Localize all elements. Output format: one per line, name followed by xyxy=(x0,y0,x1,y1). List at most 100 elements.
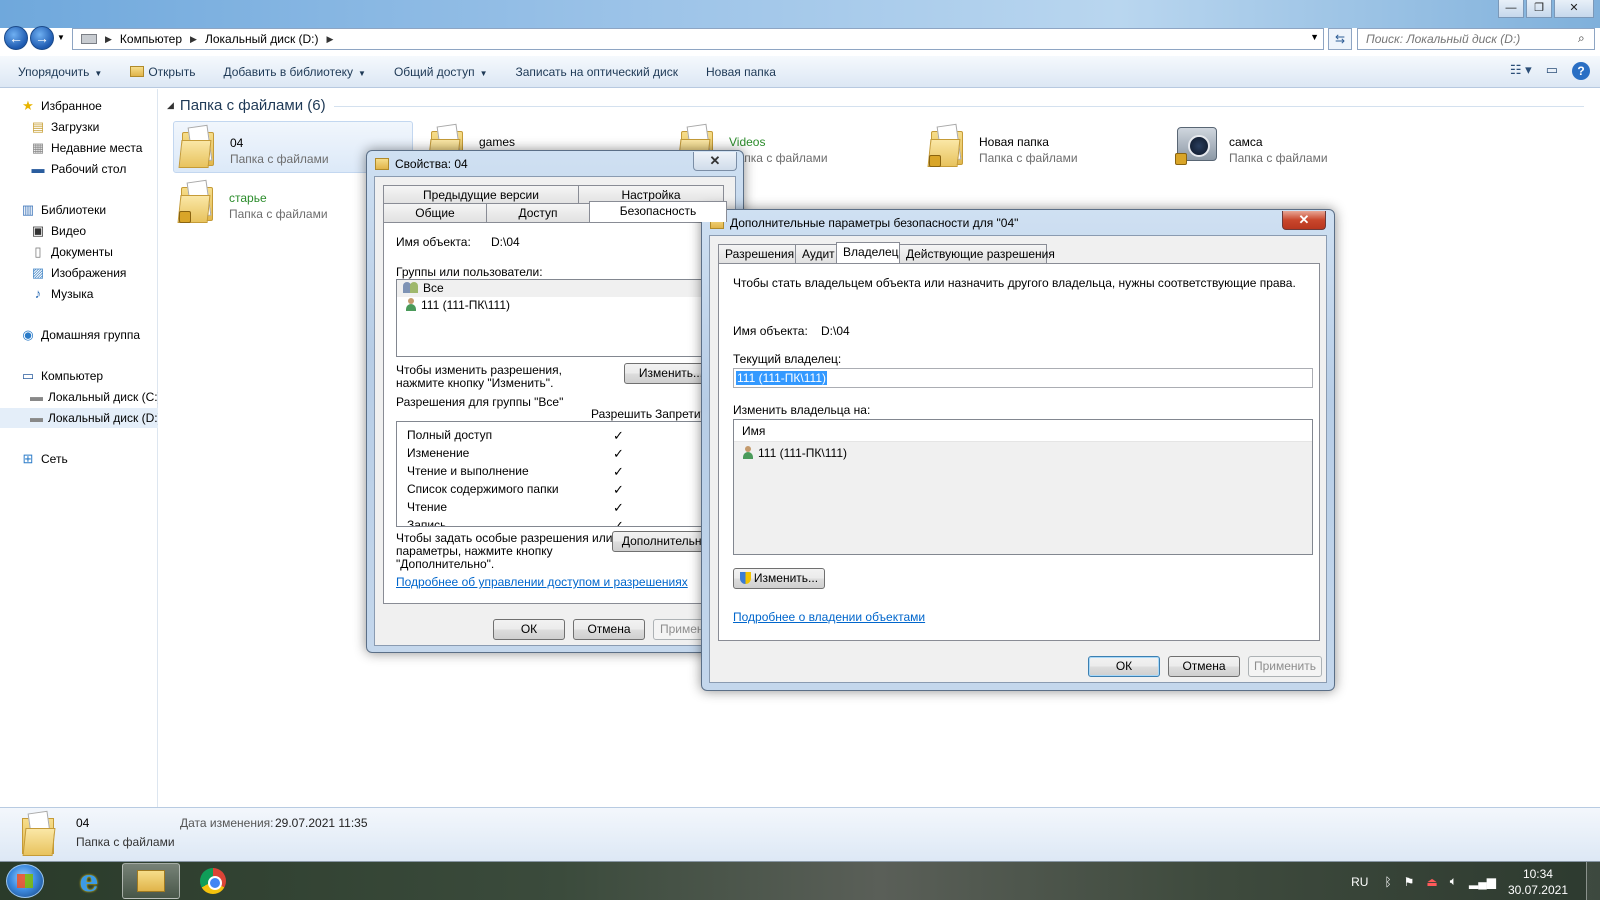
advanced-security-dialog: Дополнительные параметры безопасности дл… xyxy=(701,209,1335,691)
forward-button[interactable]: → xyxy=(30,26,54,50)
nav-disk-c[interactable]: ▬ Локальный диск (C:) xyxy=(0,387,158,407)
nav-music[interactable]: ♪ Музыка xyxy=(0,284,158,304)
permissions-list: Полный доступ ✓ Изменение ✓ Чтение и выпол… xyxy=(396,421,718,527)
nav-recent[interactable]: ▦ Недавние места xyxy=(0,138,158,158)
help-icon[interactable]: ? xyxy=(1572,62,1590,80)
preview-pane-icon[interactable]: ▭ xyxy=(1546,62,1558,80)
history-dropdown-icon[interactable]: ▼ xyxy=(57,33,65,42)
back-button[interactable]: ← xyxy=(4,26,28,50)
tab-general[interactable]: Общие xyxy=(383,203,487,222)
refresh-button[interactable]: ⇆ xyxy=(1328,28,1352,50)
check-icon: ✓ xyxy=(613,482,624,497)
list-item[interactable]: 111 (111-ПК\111) xyxy=(734,444,1312,462)
uac-shield-icon xyxy=(739,572,751,584)
desktop-icon: ▬ xyxy=(31,161,45,176)
breadcrumb-separator[interactable]: ▶ xyxy=(105,34,112,45)
tab-permissions[interactable]: Разрешения xyxy=(718,244,796,263)
language-indicator[interactable]: RU xyxy=(1351,875,1368,889)
cancel-button[interactable]: Отмена xyxy=(1168,656,1240,677)
search-icon[interactable]: ⌕ xyxy=(1578,31,1585,46)
details-pane: 04 Папка с файлами Дата изменения: 29.07… xyxy=(0,807,1600,861)
nav-computer[interactable]: ▭ Компьютер xyxy=(0,366,158,386)
tab-audit[interactable]: Аудит xyxy=(795,244,837,263)
address-dropdown-icon[interactable]: ▼ xyxy=(1310,32,1319,42)
object-name-label: Имя объекта: xyxy=(396,235,471,249)
tab-owner[interactable]: Владелец xyxy=(836,242,900,263)
special-hint-line3: "Дополнительно". xyxy=(396,557,495,571)
share-menu[interactable]: Общий доступ ▼ xyxy=(380,65,502,79)
folder-icon xyxy=(178,124,216,168)
tab-effective-permissions[interactable]: Действующие разрешения xyxy=(899,244,1055,263)
add-to-library-menu[interactable]: Добавить в библиотеку ▼ xyxy=(209,65,379,79)
close-button[interactable]: ✕ xyxy=(693,152,737,171)
ok-button[interactable]: ОК xyxy=(1088,656,1160,677)
tab-sharing[interactable]: Доступ xyxy=(486,203,590,222)
ownership-help-link[interactable]: Подробнее о владении объектами xyxy=(733,610,925,624)
breadcrumb-computer[interactable]: Компьютер xyxy=(120,32,182,46)
folder-item-new-folder[interactable]: Новая папка Папка с файлами xyxy=(923,121,1163,173)
tab-security[interactable]: Безопасность xyxy=(589,201,727,222)
group-header[interactable]: ◢ Папка с файлами (6) xyxy=(167,97,326,114)
close-window-button[interactable]: ✕ xyxy=(1554,0,1594,18)
change-hint-line1: Чтобы изменить разрешения, xyxy=(396,363,562,377)
column-header-name[interactable]: Имя xyxy=(734,420,1312,442)
open-button[interactable]: Открыть xyxy=(116,65,209,79)
volume-icon[interactable]: 🔈︎ xyxy=(1450,874,1457,889)
check-icon: ✓ xyxy=(613,428,624,443)
start-button[interactable] xyxy=(6,864,44,898)
show-desktop-button[interactable] xyxy=(1586,862,1600,900)
libraries-icon: ▥ xyxy=(21,202,35,217)
minimize-button[interactable]: — xyxy=(1498,0,1524,18)
change-owner-button[interactable]: Изменить... xyxy=(733,568,825,589)
nav-images[interactable]: ▨ Изображения xyxy=(0,263,158,283)
nav-network[interactable]: ⊞ Сеть xyxy=(0,449,158,469)
ok-button[interactable]: ОК xyxy=(493,619,565,640)
apply-button[interactable]: Применить xyxy=(1248,656,1322,677)
taskbar-chrome[interactable] xyxy=(184,863,242,899)
navigation-bar: ← → ▼ ▶ Компьютер ▶ Локальный диск (D:) … xyxy=(0,24,1600,54)
view-options-icon[interactable]: ☷ ▾ xyxy=(1510,62,1532,80)
system-tray: RU ᛒ ⚑ ⏏ 🔈︎ ▂▄▆ 10:34 30.07.2021 xyxy=(1351,862,1600,900)
breadcrumb-disk-d[interactable]: Локальный диск (D:) xyxy=(205,32,319,46)
documents-icon: ▯ xyxy=(34,244,42,259)
network-signal-icon[interactable]: ▂▄▆ xyxy=(1469,875,1496,889)
nav-favorites[interactable]: ★ Избранное xyxy=(0,96,158,116)
folder-item-samsa[interactable]: самса Папка с файлами xyxy=(1173,121,1413,173)
nav-desktop[interactable]: ▬ Рабочий стол xyxy=(0,159,158,179)
search-input[interactable] xyxy=(1357,28,1595,50)
nav-downloads[interactable]: ▤ Загрузки xyxy=(0,117,158,137)
list-item[interactable]: Все xyxy=(397,280,717,297)
organize-menu[interactable]: Упорядочить ▼ xyxy=(0,65,116,79)
nav-disk-d[interactable]: ▬ Локальный диск (D:) xyxy=(0,408,158,428)
nav-homegroup[interactable]: ◉ Домашняя группа xyxy=(0,325,158,345)
group-icon xyxy=(403,281,419,294)
access-help-link[interactable]: Подробнее об управлении доступом и разре… xyxy=(396,575,688,589)
details-name: 04 xyxy=(76,816,90,830)
action-center-flag-icon[interactable]: ⚑ xyxy=(1404,875,1415,889)
dialog-body: Разрешения Аудит Владелец Действующие ра… xyxy=(709,235,1327,683)
nav-documents[interactable]: ▯ Документы xyxy=(0,242,158,262)
address-bar[interactable]: ▶ Компьютер ▶ Локальный диск (D:) ▶ ▼ xyxy=(72,28,1324,50)
taskbar-explorer[interactable] xyxy=(122,863,180,899)
nav-video[interactable]: ▣ Видео xyxy=(0,221,158,241)
navigation-pane: ★ Избранное ▤ Загрузки ▦ Недавние места ▬ Ра… xyxy=(0,89,158,807)
burn-button[interactable]: Записать на оптический диск xyxy=(501,65,692,79)
collapse-triangle-icon[interactable]: ◢ xyxy=(167,100,174,111)
bluetooth-icon[interactable]: ᛒ xyxy=(1384,875,1391,889)
close-button[interactable]: ✕ xyxy=(1282,211,1326,230)
new-folder-button[interactable]: Новая папка xyxy=(692,65,790,79)
restore-button[interactable]: ❐ xyxy=(1526,0,1552,18)
details-date-value: 29.07.2021 11:35 xyxy=(275,816,368,830)
video-icon: ▣ xyxy=(31,223,45,238)
tab-previous-versions[interactable]: Предыдущие версии xyxy=(383,185,579,204)
cancel-button[interactable]: Отмена xyxy=(573,619,645,640)
list-item[interactable]: 111 (111-ПК\111) xyxy=(397,297,717,314)
nav-libraries[interactable]: ▥ Библиотеки xyxy=(0,200,158,220)
taskbar-internet-explorer[interactable]: e xyxy=(60,863,118,899)
current-owner-field[interactable]: 111 (111-ПК\111) xyxy=(733,368,1313,388)
safely-remove-icon[interactable]: ⏏ xyxy=(1426,875,1437,889)
groups-label: Группы или пользователи: xyxy=(396,265,543,279)
clock[interactable]: 10:34 30.07.2021 xyxy=(1508,866,1568,898)
breadcrumb-separator[interactable]: ▶ xyxy=(327,34,334,45)
breadcrumb-separator[interactable]: ▶ xyxy=(190,34,197,45)
